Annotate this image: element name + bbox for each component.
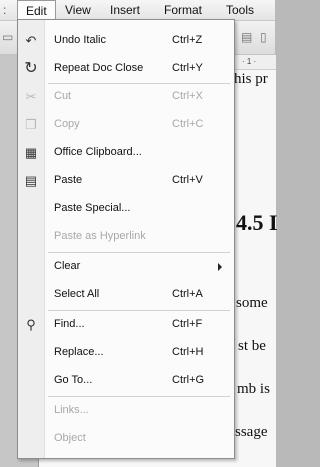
menu-item-label: Cut	[54, 90, 72, 102]
menu-item-paste[interactable]: ▤ Paste Ctrl+V	[18, 170, 234, 192]
menu-item-copy[interactable]: ❐ Copy Ctrl+C	[18, 114, 234, 136]
paste-toolbar-icon[interactable]: ▤	[241, 30, 254, 44]
menu-item-label: Replace...	[54, 346, 104, 358]
document-text-line: his pr	[234, 71, 268, 87]
menu-item-shortcut: Ctrl+Y	[172, 62, 203, 74]
menu-separator	[48, 310, 230, 311]
menu-item-label: Go To...	[54, 374, 93, 386]
menu-item-replace[interactable]: Replace... Ctrl+H	[18, 342, 234, 364]
menu-item-repeat[interactable]: ↻ Repeat Doc Close Ctrl+Y	[18, 58, 234, 80]
menu-item-label: Find...	[54, 318, 85, 330]
menu-item-object[interactable]: Object	[18, 428, 234, 450]
menu-item-undo[interactable]: ↶ Undo Italic Ctrl+Z	[18, 30, 234, 52]
menu-item-label: Object	[54, 432, 86, 444]
menu-item-label: Select All	[54, 288, 100, 300]
menu-item-shortcut: Ctrl+G	[172, 374, 205, 386]
menu-separator	[48, 252, 230, 253]
menu-edit[interactable]: Edit	[17, 0, 56, 20]
paste-icon: ▤	[24, 173, 38, 188]
menu-item-shortcut: Ctrl+H	[172, 346, 204, 358]
menu-item-label: Clear	[54, 260, 81, 272]
edit-menu-dropdown: ↶ Undo Italic Ctrl+Z ↻ Repeat Doc Close …	[17, 19, 235, 459]
repeat-icon: ↻	[24, 60, 38, 77]
submenu-arrow-icon	[218, 263, 222, 271]
document-text-line: mb is	[237, 381, 270, 397]
menu-item-label: Copy	[54, 118, 80, 130]
copy-icon: ❐	[25, 117, 37, 132]
document-heading: 4.5 I	[236, 210, 278, 235]
binoculars-icon: ⚲	[26, 317, 36, 332]
document-text-line: ssage	[235, 424, 268, 440]
menu-insert[interactable]: Insert	[110, 3, 140, 17]
undo-icon: ↶	[25, 33, 37, 48]
menu-item-label: Paste Special...	[54, 202, 131, 214]
clipboard-icon: ▦	[24, 145, 38, 160]
menu-format[interactable]: Format	[164, 3, 202, 17]
menu-separator	[48, 396, 230, 397]
menu-item-shortcut: Ctrl+F	[172, 318, 203, 330]
menu-separator	[48, 83, 230, 84]
menu-bar-edge-marker: :	[3, 3, 7, 17]
menu-item-shortcut: Ctrl+A	[172, 288, 203, 300]
document-text-line: st be	[238, 338, 266, 354]
scissors-icon: ✂	[25, 89, 37, 104]
menu-item-label: Paste as Hyperlink	[54, 230, 146, 242]
menu-item-find[interactable]: ⚲ Find... Ctrl+F	[18, 314, 234, 336]
menu-item-paste-special[interactable]: Paste Special...	[18, 198, 234, 220]
menu-item-links[interactable]: Links...	[18, 400, 234, 422]
menu-bar: : Edit View Insert Format Tools	[0, 0, 275, 21]
menu-item-label: Paste	[54, 174, 83, 186]
menu-item-shortcut: Ctrl+X	[172, 90, 203, 102]
menu-item-paste-as-hyperlink[interactable]: Paste as Hyperlink	[18, 226, 234, 248]
menu-item-cut[interactable]: ✂ Cut Ctrl+X	[18, 86, 234, 108]
menu-item-shortcut: Ctrl+V	[172, 174, 203, 186]
menu-item-office-clipboard[interactable]: ▦ Office Clipboard...	[18, 142, 234, 164]
menu-item-shortcut: Ctrl+Z	[172, 34, 203, 46]
menu-item-clear[interactable]: Clear	[18, 256, 234, 278]
ruler-marks: · 1 ·	[242, 57, 257, 66]
menu-item-select-all[interactable]: Select All Ctrl+A	[18, 284, 234, 306]
menu-item-label: Repeat Doc Close	[54, 62, 144, 74]
menu-item-shortcut: Ctrl+C	[172, 118, 204, 130]
menu-item-label: Office Clipboard...	[54, 146, 142, 158]
document-text-line: some	[236, 295, 268, 311]
menu-tools[interactable]: Tools	[226, 3, 254, 17]
toolbar-partial-icon[interactable]: ▭	[2, 30, 15, 44]
menu-view[interactable]: View	[65, 3, 91, 17]
toolbar-overflow-icon[interactable]: ▯	[260, 30, 273, 44]
menu-item-go-to[interactable]: Go To... Ctrl+G	[18, 370, 234, 392]
menu-item-label: Undo Italic	[54, 34, 106, 46]
menu-item-label: Links...	[54, 404, 89, 416]
